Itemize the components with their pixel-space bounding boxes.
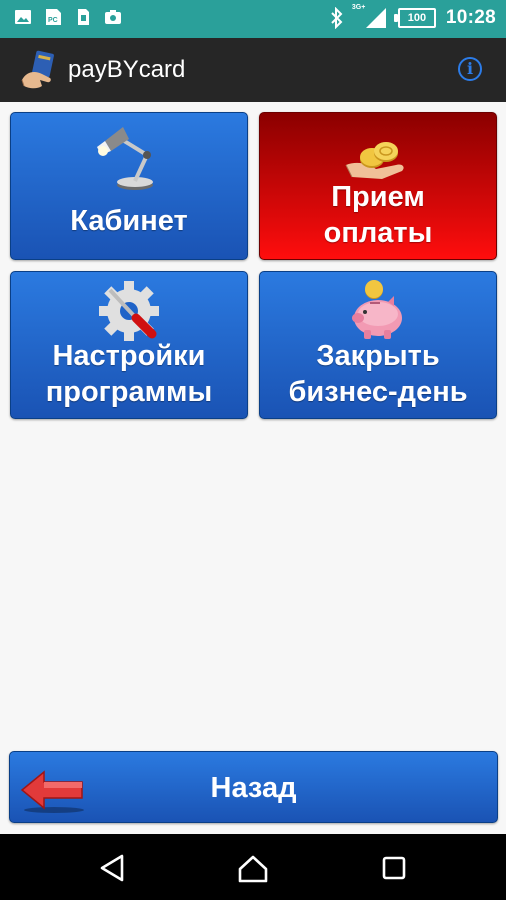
app-bar: payBYcard i xyxy=(0,38,506,102)
tile-label-line1: Настройки xyxy=(52,340,206,372)
image-icon xyxy=(15,10,31,24)
system-nav-bar xyxy=(0,834,506,900)
piggy-bank-icon xyxy=(352,280,402,339)
bluetooth-icon xyxy=(331,7,343,29)
tile-settings[interactable]: Настройки программы xyxy=(10,271,248,419)
tile-label-line2: бизнес-день xyxy=(288,376,468,408)
tile-label-line2: оплаты xyxy=(323,217,433,249)
tile-label-line1: Прием xyxy=(331,181,425,213)
tile-cabinet[interactable]: Кабинет xyxy=(10,112,248,260)
recents-icon[interactable] xyxy=(377,851,411,885)
desk-lamp-icon xyxy=(97,127,153,190)
tile-accept-payment[interactable]: Прием оплаты xyxy=(259,112,497,260)
info-button[interactable]: i xyxy=(458,57,482,81)
gear-screwdriver-icon xyxy=(99,281,159,341)
signal-icon: 3G+ xyxy=(351,4,388,29)
clock: 10:28 xyxy=(445,7,496,28)
sim-icon xyxy=(78,9,89,25)
tile-label-line1: Закрыть xyxy=(316,340,440,372)
home-icon[interactable] xyxy=(236,851,270,885)
camera-icon xyxy=(105,10,121,24)
coins-in-hand-icon xyxy=(345,142,404,179)
status-bar: PC 3G+ 100 10:28 xyxy=(0,0,506,38)
notification-icons: PC xyxy=(14,8,122,26)
tile-label-line2: программы xyxy=(45,376,213,408)
pc-icon: PC xyxy=(46,9,61,25)
tile-label-line1: Кабинет xyxy=(70,205,188,237)
tile-close-business-day[interactable]: Закрыть бизнес-день xyxy=(259,271,497,419)
app-logo-icon xyxy=(21,50,54,89)
network-type: 3G+ xyxy=(351,4,366,11)
back-button-label: Назад xyxy=(210,772,297,804)
battery-indicator: 100 xyxy=(393,8,436,28)
back-triangle-icon[interactable] xyxy=(96,851,130,885)
app-title: payBYcard xyxy=(68,56,186,83)
back-button[interactable]: Назад xyxy=(9,751,498,823)
info-icon: i xyxy=(466,59,474,78)
svg-text:PC: PC xyxy=(48,17,58,24)
